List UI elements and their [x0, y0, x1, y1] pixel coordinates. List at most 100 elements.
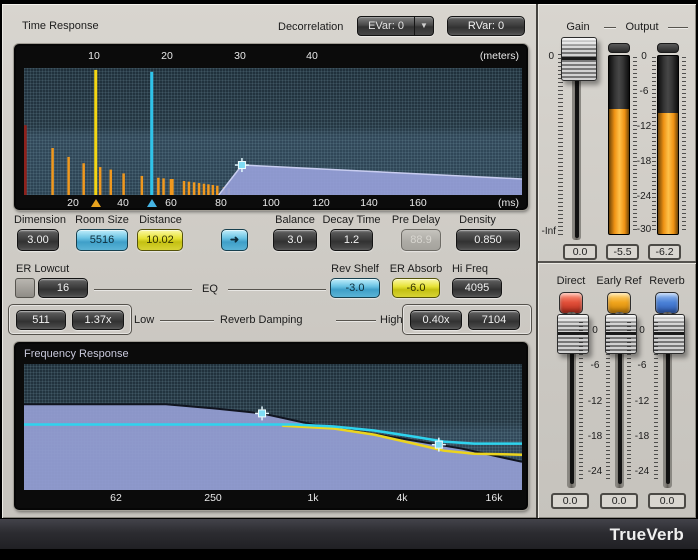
output-label-dash-left	[604, 27, 616, 28]
early-reflection-bar	[110, 170, 113, 195]
room-size-value-button[interactable]: 5516	[76, 229, 128, 251]
chevron-down-icon[interactable]: ▼	[414, 17, 433, 35]
early-reflection-bar	[216, 186, 219, 195]
hi-freq-value-button[interactable]: 4095	[452, 278, 502, 298]
early-reflection-bar	[141, 176, 144, 195]
early-reflection-bar	[99, 167, 102, 195]
eq-line-right	[228, 289, 326, 290]
mixer-scale-label: -12	[584, 396, 606, 407]
room-size-label: Room Size	[72, 214, 132, 226]
early-reflection-bar	[207, 184, 210, 195]
early-reflection-bar	[122, 173, 125, 195]
reverb-solo-button[interactable]	[655, 292, 679, 314]
frequency-response-graph: Frequency Response 622501k4k16k	[14, 342, 528, 510]
meter-scale-ticks	[652, 57, 656, 233]
gain-value-box[interactable]: 0.0	[563, 244, 597, 260]
damping-low-ratio-button[interactable]: 1.37x	[72, 310, 124, 330]
meters-axis: (meters) 10203040	[16, 46, 526, 68]
early-reflection-bar	[82, 163, 85, 195]
trueverb-plugin-window: Time Response Decorrelation EVar: 0 ▼ RV…	[0, 0, 698, 560]
decorrelation-label: Decorrelation	[278, 21, 343, 33]
output-clip-led-right[interactable]	[657, 43, 679, 53]
reverb-damping-title: Reverb Damping	[220, 314, 303, 326]
damping-high-label: High	[380, 314, 403, 326]
mixer-scale-label: 0	[584, 325, 606, 336]
mixer-scale-ticks	[606, 322, 610, 480]
damping-line-right	[336, 320, 376, 321]
panel-horizontal-divider	[538, 261, 696, 263]
meter-value-box-left: -5.5	[606, 244, 639, 260]
footer-bar: TrueVerb	[0, 518, 698, 549]
axis-tick-label: 1k	[299, 492, 327, 504]
mixer-scale-label: -6	[584, 360, 606, 371]
early-reflection-bar	[183, 181, 186, 195]
early-ref-solo-button[interactable]	[607, 292, 631, 314]
output-label-dash-right	[668, 27, 688, 28]
mixer-scale-label: -18	[584, 431, 606, 442]
dimension-label: Dimension	[10, 214, 70, 226]
mixer-scale-ticks	[579, 322, 583, 480]
pre-delay-value-button[interactable]: 88.9	[401, 229, 441, 251]
gain-scale-ticks	[558, 54, 563, 238]
time-response-title: Time Response	[22, 20, 99, 32]
balance-value-button[interactable]: 3.0	[273, 229, 317, 251]
damping-high-freq-button[interactable]: 7104	[468, 310, 520, 330]
axis-tick-label: 40	[109, 197, 137, 209]
axis-tick-label: 4k	[388, 492, 416, 504]
mixer-scale-label: 0	[631, 325, 653, 336]
room-size-marker-icon[interactable]	[147, 199, 157, 207]
dimension-value-button[interactable]: 3.00	[17, 229, 59, 251]
evar-value[interactable]: EVar: 0	[358, 17, 414, 35]
frequency-response-title: Frequency Response	[24, 348, 129, 360]
distance-marker-icon[interactable]	[91, 199, 101, 207]
ms-axis: (ms) 20406080100120140160	[16, 195, 526, 212]
axis-tick-label: 120	[307, 197, 335, 209]
eq-line-left	[94, 289, 192, 290]
early-ref-value-box[interactable]: 0.0	[600, 493, 638, 509]
eq-label: EQ	[196, 283, 224, 295]
direct-value-box[interactable]: 0.0	[551, 493, 589, 509]
damping-low-freq-button[interactable]: 511	[16, 310, 66, 330]
axis-tick-label: 40	[298, 50, 326, 62]
meter-fill	[658, 113, 678, 234]
direct-level-bar	[24, 125, 27, 195]
output-label: Output	[618, 21, 666, 33]
decay-time-value-button[interactable]: 1.2	[330, 229, 373, 251]
direct-solo-button[interactable]	[559, 292, 583, 314]
rev-shelf-value-button[interactable]: -3.0	[330, 278, 380, 298]
meter-scale-label: 0	[632, 51, 656, 62]
density-value-button[interactable]: 0.850	[456, 229, 520, 251]
er-absorb-value-button[interactable]: -6.0	[392, 278, 440, 298]
meter-scale-ticks	[682, 57, 686, 233]
early-reflection-bar	[51, 148, 54, 195]
er-lowcut-toggle[interactable]	[15, 278, 35, 298]
meters-unit: (meters)	[480, 50, 519, 62]
gain-fader-handle[interactable]	[561, 37, 597, 81]
ms-unit: (ms)	[498, 197, 519, 209]
mixer-scale-label: -18	[631, 431, 653, 442]
early-reflection-bar	[67, 157, 70, 195]
early-reflection-bar	[212, 185, 215, 195]
axis-tick-label: 62	[102, 492, 130, 504]
decay-time-label: Decay Time	[316, 214, 387, 226]
mixer-scale-label: -24	[584, 466, 606, 477]
reverb-value-box[interactable]: 0.0	[648, 493, 686, 509]
distance-value-button[interactable]: 10.02	[137, 229, 183, 251]
time-response-plot	[24, 68, 522, 195]
link-arrow-button[interactable]: ➜	[221, 229, 248, 251]
mixer-scale-label: -24	[631, 466, 653, 477]
meter-fill	[609, 109, 629, 234]
evar-dropdown[interactable]: EVar: 0 ▼	[357, 16, 434, 36]
damping-low-label: Low	[134, 314, 154, 326]
output-clip-led-left[interactable]	[608, 43, 630, 53]
early-reflection-bar	[203, 184, 206, 195]
axis-tick-label: 16k	[480, 492, 508, 504]
axis-tick-label: 30	[226, 50, 254, 62]
meter-scale-label: -24	[632, 191, 656, 202]
axis-tick-label: 160	[404, 197, 432, 209]
er-lowcut-value-button[interactable]: 16	[38, 278, 88, 298]
time-response-graph: (meters) 10203040 (ms) 20406080100120140…	[14, 44, 528, 210]
damping-high-ratio-button[interactable]: 0.40x	[410, 310, 462, 330]
rvar-button[interactable]: RVar: 0	[447, 16, 525, 36]
damping-line-left	[160, 320, 214, 321]
